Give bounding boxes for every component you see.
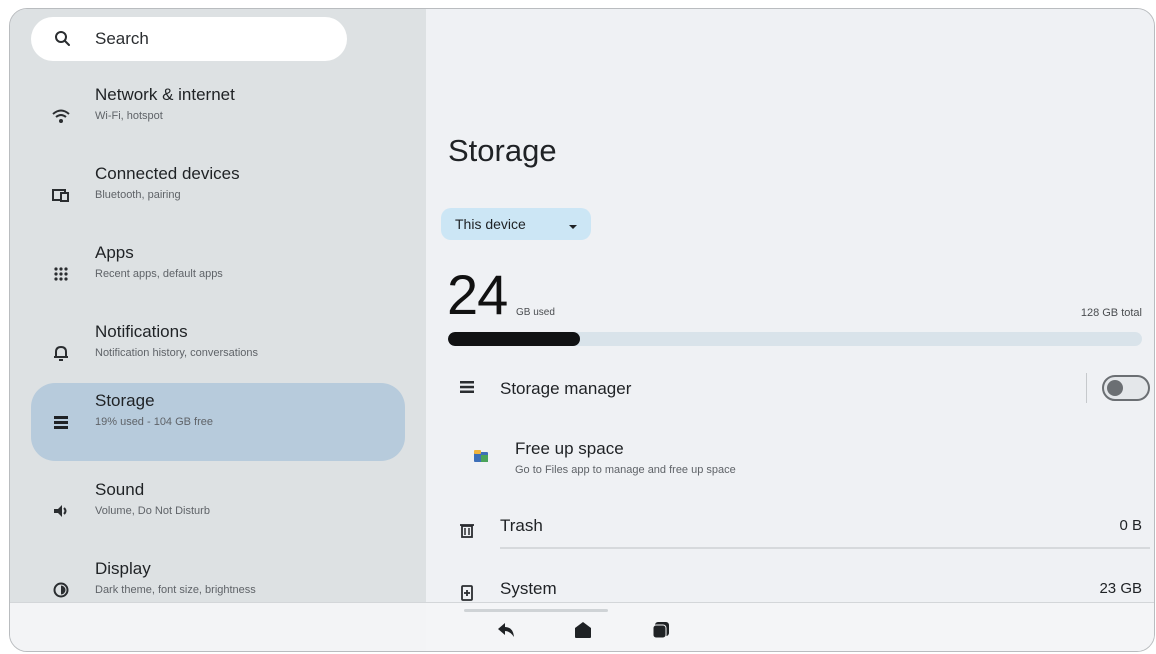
caret-down-icon (568, 219, 578, 229)
system-title: System (500, 579, 557, 598)
used-amount: 24 (447, 263, 508, 326)
total-label: 128 GB total (1080, 307, 1142, 319)
sidebar-item-notifications[interactable]: Notifications Notification history, conv… (31, 314, 405, 392)
storage-manager-icon (458, 378, 476, 396)
sidebar-item-apps[interactable]: Apps Recent apps, default apps (31, 235, 405, 313)
toggle-knob (1107, 380, 1123, 396)
recents-icon[interactable] (650, 619, 672, 641)
brightness-icon (51, 580, 71, 600)
system-navigation-bar (10, 602, 1154, 651)
speaker-icon (51, 501, 71, 521)
storage-manager-row[interactable]: Storage manager (426, 369, 1154, 409)
sidebar-item-title: Storage (95, 391, 155, 410)
search-label: Search (95, 29, 149, 48)
home-icon[interactable] (572, 619, 594, 641)
sidebar-item-subtitle: 19% used - 104 GB free (95, 416, 214, 428)
sidebar-item-subtitle: Notification history, conversations (95, 347, 259, 359)
nav-handle (464, 609, 608, 612)
wifi-icon (51, 106, 71, 126)
system-icon (458, 584, 476, 602)
used-unit-label: GB used (516, 307, 555, 318)
trash-value: 0 B (1119, 517, 1142, 534)
storage-panel: Storage This device 24 GB used 128 GB to… (426, 9, 1154, 651)
free-up-space-row[interactable]: Free up space Go to Files app to manage … (426, 431, 1154, 483)
sidebar-item-title: Apps (95, 243, 134, 262)
settings-window: Search Network & internet Wi-Fi, hotspot… (9, 8, 1155, 652)
sidebar-item-title: Display (95, 559, 151, 578)
bell-icon (51, 343, 71, 363)
free-up-space-title: Free up space (515, 439, 624, 458)
sidebar-item-title: Connected devices (95, 164, 240, 183)
sidebar: Search Network & internet Wi-Fi, hotspot… (10, 9, 426, 651)
free-up-space-subtitle: Go to Files app to manage and free up sp… (515, 464, 736, 476)
toggle-divider (1086, 373, 1087, 403)
device-dropdown[interactable]: This device (441, 208, 591, 240)
storage-manager-toggle[interactable] (1102, 375, 1150, 401)
sidebar-item-subtitle: Volume, Do Not Disturb (95, 505, 210, 517)
device-dropdown-label: This device (455, 216, 526, 232)
connected-devices-icon (51, 185, 71, 205)
page-title: Storage (448, 133, 557, 168)
search-icon (53, 29, 73, 49)
storage-usage-fill (448, 332, 580, 346)
storage-usage-bar (448, 332, 1142, 346)
trash-row[interactable]: Trash 0 B (426, 509, 1154, 549)
sidebar-item-subtitle: Recent apps, default apps (95, 268, 223, 280)
files-app-icon (472, 447, 490, 465)
sidebar-item-storage[interactable]: Storage 19% used - 104 GB free (31, 383, 405, 461)
sidebar-item-network[interactable]: Network & internet Wi-Fi, hotspot (31, 77, 405, 155)
back-icon[interactable] (495, 619, 517, 641)
trash-icon (458, 521, 476, 539)
sidebar-item-title: Notifications (95, 322, 188, 341)
sidebar-item-title: Network & internet (95, 85, 235, 104)
sidebar-item-subtitle: Bluetooth, pairing (95, 189, 181, 201)
sidebar-item-title: Sound (95, 480, 145, 499)
system-value: 23 GB (1099, 580, 1142, 597)
sidebar-item-sound[interactable]: Sound Volume, Do Not Disturb (31, 472, 405, 550)
storage-icon (51, 412, 71, 432)
storage-manager-title: Storage manager (500, 379, 632, 398)
sidebar-item-subtitle: Dark theme, font size, brightness (95, 584, 256, 596)
trash-title: Trash (500, 516, 543, 535)
search-bar[interactable]: Search (31, 17, 347, 61)
apps-grid-icon (51, 264, 71, 284)
sidebar-item-connected-devices[interactable]: Connected devices Bluetooth, pairing (31, 156, 405, 234)
row-divider (500, 547, 1150, 549)
sidebar-item-subtitle: Wi-Fi, hotspot (95, 110, 163, 122)
